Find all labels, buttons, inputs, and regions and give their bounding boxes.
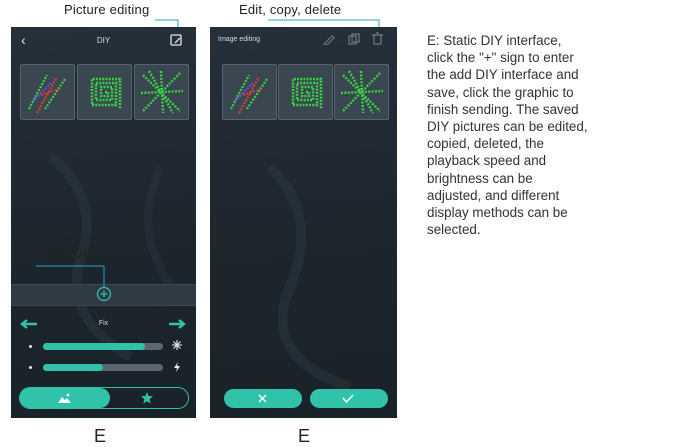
close-icon <box>258 394 267 403</box>
description-line: save, click the graphic to <box>427 84 574 100</box>
description-line: E: Static DIY interface, <box>427 33 562 48</box>
description-paragraph: E: Static DIY interface, click the "+" si… <box>427 32 672 238</box>
description-line: playback speed and <box>427 153 547 169</box>
screen-title: Image editing <box>218 36 261 43</box>
description-line: the add DIY interface and <box>427 67 579 83</box>
diy-thumbnail-spiral[interactable] <box>278 64 333 120</box>
description-line: copied, deleted, the <box>427 136 544 152</box>
spiral-graphic-icon <box>291 77 323 109</box>
trash-icon[interactable] <box>372 32 383 45</box>
description-line: selected. <box>427 222 481 238</box>
diy-thumbnail-lines[interactable] <box>222 64 277 120</box>
description-line: brightness can be <box>427 170 533 186</box>
image-editing-screen: Image editing <box>210 27 397 418</box>
diy-thumbnail-burst[interactable] <box>334 64 389 120</box>
lines-graphic-icon <box>229 74 268 114</box>
burst-graphic-icon <box>340 70 384 114</box>
description-line: finish sending. The saved <box>427 101 579 117</box>
check-icon <box>342 394 354 403</box>
description-line: DIY pictures can be edited, <box>427 119 588 135</box>
description-line: click the "+" sign to enter <box>427 50 574 66</box>
description-line: adjusted, and different <box>427 187 560 203</box>
description-line: display methods can be <box>427 205 568 221</box>
cancel-button[interactable] <box>224 389 302 408</box>
confirm-button[interactable] <box>310 389 388 408</box>
copy-icon[interactable] <box>348 33 360 45</box>
pencil-icon[interactable] <box>323 33 335 45</box>
